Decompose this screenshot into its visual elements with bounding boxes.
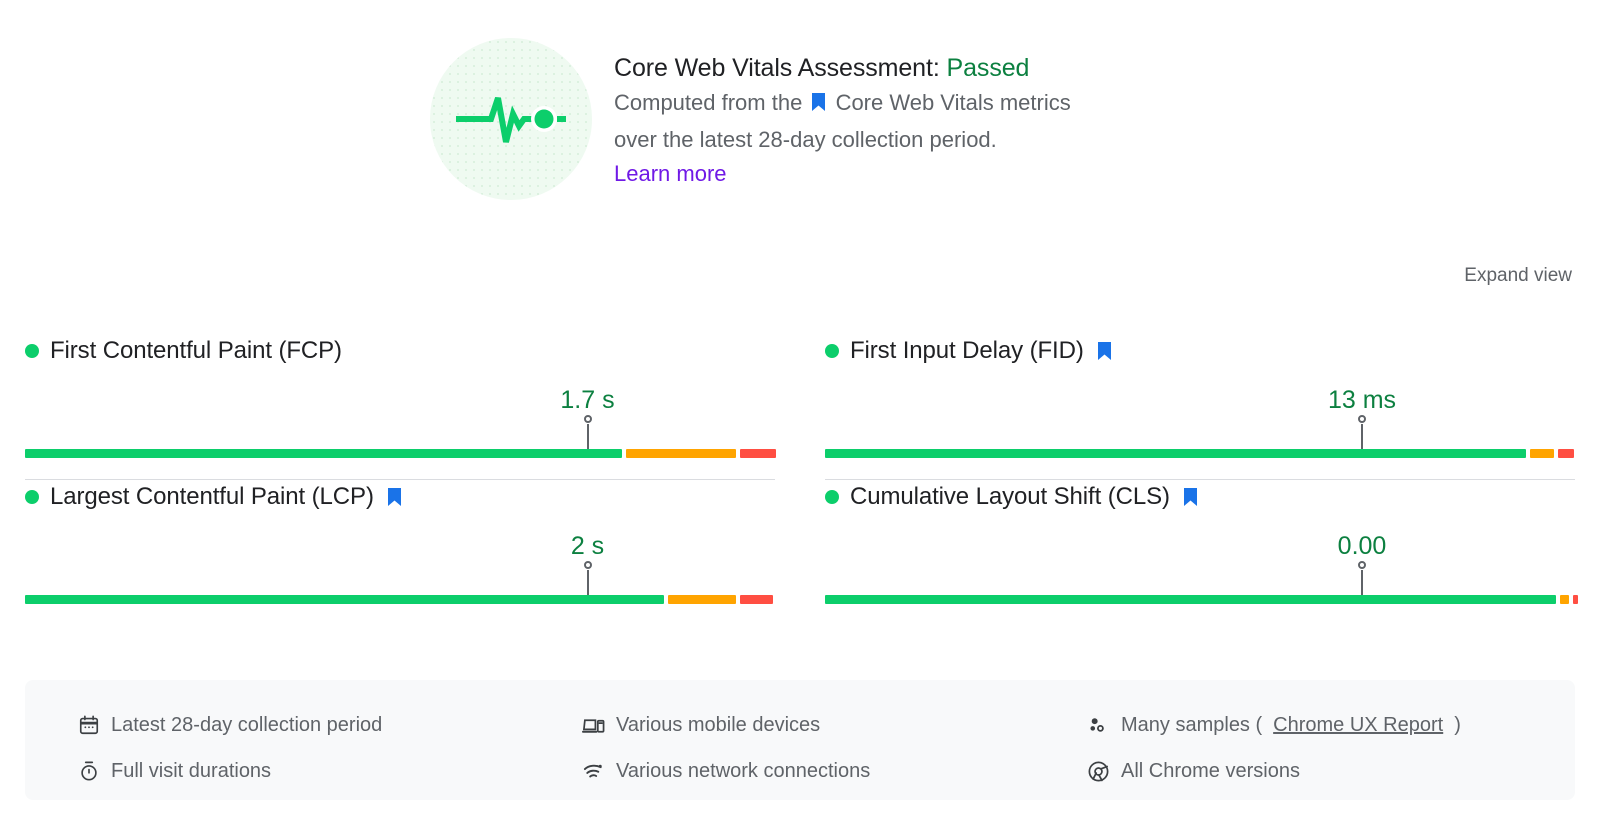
meta-item-label-suffix: ) — [1454, 713, 1461, 736]
metric-row-lcp: Largest Contentful Paint (LCP) 2 s — [25, 480, 775, 626]
learn-more-link[interactable]: Learn more — [614, 158, 727, 190]
metric-value: 0.00 — [1337, 532, 1387, 560]
meta-item-label: Latest 28-day collection period — [111, 713, 383, 736]
subtitle-part-2: Core Web Vitals metrics — [835, 90, 1071, 115]
metric-header: First Contentful Paint (FCP) — [25, 334, 775, 368]
subtitle-line-2: over the latest 28-day collection period… — [614, 127, 997, 152]
bookmark-icon — [1097, 341, 1112, 361]
meta-item-network: Various network connections — [582, 748, 1087, 794]
metric-value: 1.7 s — [560, 386, 615, 414]
metric-value: 13 ms — [1327, 386, 1397, 414]
bookmark-icon — [387, 487, 402, 507]
meta-item-label: Many samples ( — [1121, 713, 1263, 736]
metric-status-dot — [825, 490, 839, 504]
metric-value: 2 s — [570, 532, 605, 560]
meta-item-calendar: Latest 28-day collection period — [77, 702, 582, 748]
assessment-title-prefix: Core Web Vitals Assessment: — [614, 54, 940, 82]
metric-marker — [1361, 570, 1363, 596]
bar-segment-poor — [740, 595, 774, 604]
meta-item-samples: Many samples ( Chrome UX Report) — [1087, 702, 1575, 748]
meta-item-label: All Chrome versions — [1121, 759, 1300, 782]
meta-item-devices: Various mobile devices — [582, 702, 1087, 748]
devices-icon — [582, 714, 605, 737]
metric-row-fcp: First Contentful Paint (FCP) 1.7 s — [25, 334, 776, 480]
metric-label: First Input Delay (FID) — [850, 337, 1084, 364]
calendar-icon — [77, 714, 100, 737]
bar-segment-good — [25, 595, 664, 604]
metric-distribution-bar — [25, 449, 776, 458]
assessment-subtitle: Computed from the Core Web Vitals metric… — [614, 85, 1071, 157]
bar-segment-needs-improvement — [1560, 595, 1570, 604]
bookmark-icon — [1183, 487, 1198, 507]
bar-segment-poor — [739, 449, 776, 458]
chrome-icon — [1087, 760, 1110, 783]
metric-label: Cumulative Layout Shift (CLS) — [850, 483, 1170, 510]
meta-item-label: Various mobile devices — [616, 713, 821, 736]
metric-row-cls: Cumulative Layout Shift (CLS) 0.00 — [825, 480, 1578, 626]
metric-status-dot — [25, 344, 39, 358]
pulse-heartbeat-icon — [430, 38, 592, 200]
metric-marker — [586, 424, 589, 450]
meta-item-chrome: All Chrome versions — [1087, 748, 1575, 794]
chrome-ux-report-link[interactable]: Chrome UX Report — [1273, 714, 1443, 737]
bookmark-icon — [811, 87, 826, 122]
meta-item-label: Full visit durations — [111, 759, 272, 782]
bar-segment-needs-improvement — [626, 449, 736, 458]
bar-segment-needs-improvement — [667, 595, 737, 604]
metric-gauge: 2 s — [25, 532, 775, 604]
samples-icon — [1087, 714, 1110, 737]
status-badge: Passed — [946, 54, 1030, 82]
metric-distribution-bar — [25, 595, 775, 604]
metric-gauge: 0.00 — [825, 532, 1578, 604]
meta-item-stopwatch: Full visit durations — [77, 748, 582, 794]
meta-item-label: Various network connections — [616, 759, 871, 782]
network-icon — [582, 760, 605, 783]
metric-status-dot — [825, 344, 839, 358]
bar-segment-good — [25, 449, 622, 458]
bar-segment-poor — [1557, 449, 1574, 458]
metric-gauge: 13 ms — [825, 386, 1575, 458]
metric-distribution-bar — [825, 595, 1578, 604]
stopwatch-icon — [77, 760, 100, 783]
metric-header: Cumulative Layout Shift (CLS) — [825, 480, 1575, 514]
assessment-text: Core Web Vitals Assessment: Passed Compu… — [614, 38, 1071, 190]
metric-header: First Input Delay (FID) — [825, 334, 1575, 368]
metric-header: Largest Contentful Paint (LCP) — [25, 480, 775, 514]
bar-segment-needs-improvement — [1530, 449, 1554, 458]
expand-view-row: Expand view — [1464, 265, 1572, 287]
metric-row-fid: First Input Delay (FID) 13 ms — [825, 334, 1575, 480]
metric-marker — [586, 570, 589, 596]
bar-segment-good — [825, 449, 1527, 458]
metric-gauge: 1.7 s — [25, 386, 776, 458]
expand-view-button[interactable]: Expand view — [1464, 265, 1572, 287]
bar-segment-poor — [1573, 595, 1578, 604]
bar-segment-good — [825, 595, 1557, 604]
metric-distribution-bar — [825, 449, 1575, 458]
metric-label: First Contentful Paint (FCP) — [50, 337, 342, 364]
page-title: Core Web Vitals Assessment: Passed — [614, 51, 1071, 85]
metric-status-dot — [25, 490, 39, 504]
metric-marker — [1361, 424, 1363, 450]
assessment-banner: Core Web Vitals Assessment: Passed Compu… — [430, 0, 1600, 200]
subtitle-part-1: Computed from the — [614, 90, 803, 115]
metrics-grid: First Contentful Paint (FCP) 1.7 s First I… — [25, 334, 1578, 626]
collection-details-panel: Latest 28-day collection period Various m… — [25, 680, 1575, 800]
metric-label: Largest Contentful Paint (LCP) — [50, 483, 374, 510]
